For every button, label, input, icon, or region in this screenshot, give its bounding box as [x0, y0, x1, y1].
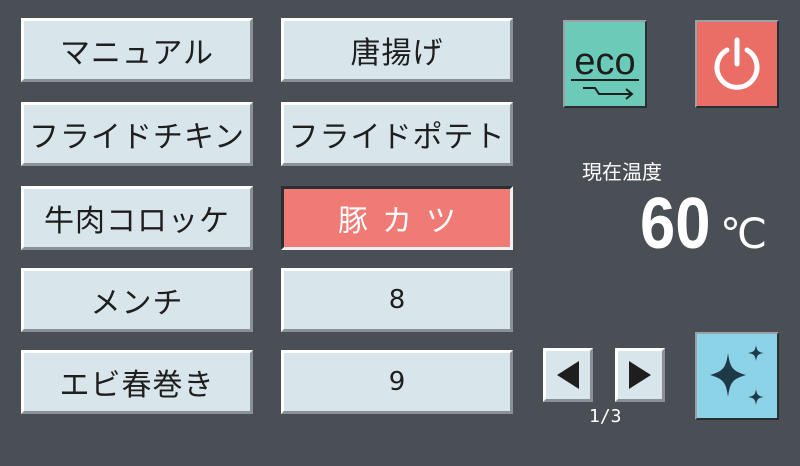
menu-button-label: 唐揚げ — [350, 36, 444, 71]
clean-button[interactable] — [695, 332, 779, 420]
power-icon — [714, 37, 760, 90]
eco-button[interactable]: eco — [563, 20, 647, 108]
menu-button-fried-chicken[interactable]: フライドチキン — [21, 102, 253, 166]
menu-button-label: 豚カツ — [338, 204, 470, 239]
triangle-right-icon — [629, 361, 651, 389]
triangle-left-icon — [557, 361, 579, 389]
previous-page-button[interactable] — [543, 348, 593, 402]
temperature-label: 現在温度 — [582, 160, 662, 184]
sparkle-icon — [710, 345, 764, 405]
menu-button-karaage[interactable]: 唐揚げ — [281, 18, 513, 82]
next-page-button[interactable] — [615, 348, 665, 402]
eco-label: eco — [574, 41, 635, 83]
menu-button-label: メンチ — [90, 286, 184, 321]
power-button[interactable] — [695, 20, 779, 108]
page-indicator: 1/3 — [589, 406, 622, 427]
menu-button-manual[interactable]: マニュアル — [21, 18, 253, 82]
menu-button-label: 牛肉コロッケ — [44, 204, 230, 239]
menu-button-label: 9 — [388, 367, 406, 397]
menu-button-label: フライドポテト — [288, 120, 506, 155]
temperature-value: 60 — [640, 184, 711, 264]
menu-button-label: マニュアル — [59, 36, 215, 71]
menu-button-menchi[interactable]: メンチ — [21, 268, 253, 332]
temperature-unit: ℃ — [720, 210, 768, 257]
menu-button-label: 8 — [388, 285, 406, 315]
eco-icon: eco — [571, 41, 639, 100]
menu-button-label: エビ春巻き — [59, 368, 215, 403]
menu-button-tonkatsu[interactable]: 豚カツ — [281, 186, 513, 250]
menu-button-french-fries[interactable]: フライドポテト — [281, 102, 513, 166]
menu-button-shrimp-spring-roll[interactable]: エビ春巻き — [21, 350, 253, 414]
menu-button-slot-9[interactable]: 9 — [281, 350, 513, 414]
menu-button-slot-8[interactable]: 8 — [281, 268, 513, 332]
menu-button-label: フライドチキン — [28, 120, 246, 155]
menu-button-beef-croquette[interactable]: 牛肉コロッケ — [21, 186, 253, 250]
